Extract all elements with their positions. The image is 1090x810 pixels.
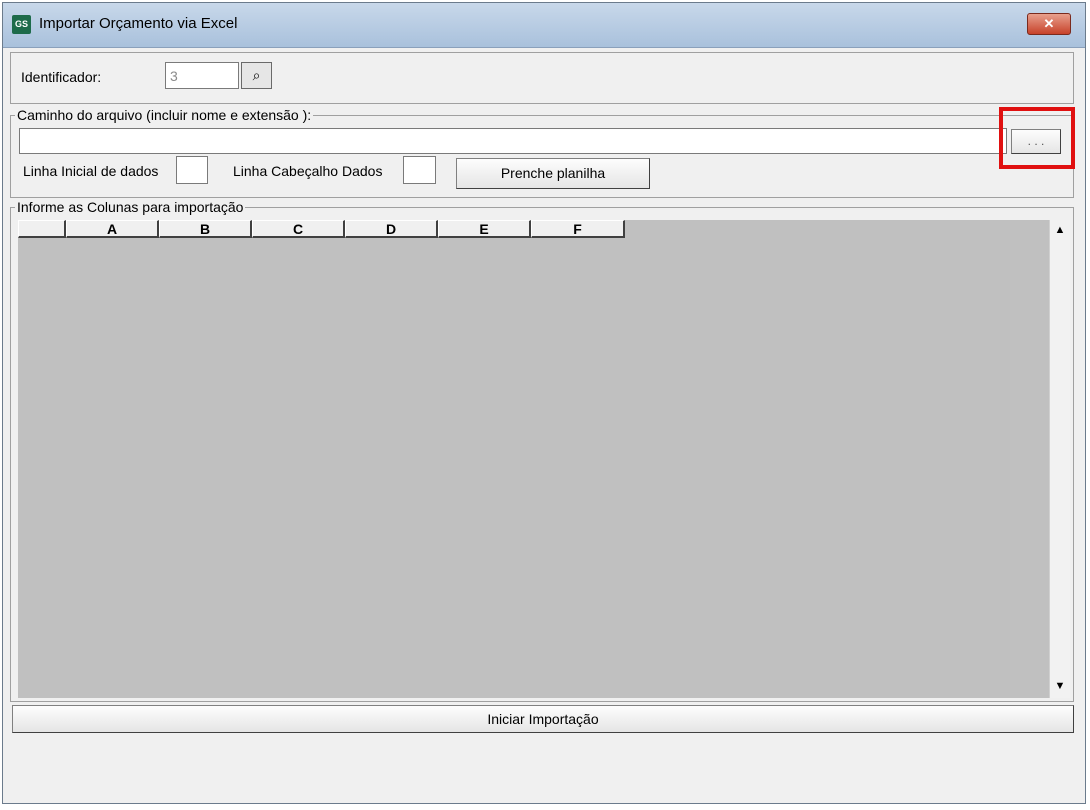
columns-grid[interactable]: A B C D E F <box>18 220 1050 698</box>
grid-column-header-f[interactable]: F <box>531 220 625 238</box>
close-button[interactable]: ✕ <box>1027 13 1071 35</box>
grid-vertical-scrollbar[interactable]: ▲ ▼ <box>1049 220 1070 698</box>
title-bar: GS Importar Orçamento via Excel ✕ <box>3 3 1085 48</box>
linha-inicial-label: Linha Inicial de dados <box>23 163 159 179</box>
grid-column-header-c[interactable]: C <box>252 220 345 238</box>
grid-corner-cell[interactable] <box>18 220 66 238</box>
grid-column-header-d[interactable]: D <box>345 220 438 238</box>
linha-cabecalho-input[interactable] <box>403 156 436 184</box>
import-dialog-window: GS Importar Orçamento via Excel ✕ Identi… <box>2 2 1086 804</box>
identificador-label: Identificador: <box>21 69 102 85</box>
binoculars-icon[interactable]: ⌕ <box>241 62 272 89</box>
grid-column-header-e[interactable]: E <box>438 220 531 238</box>
file-path-input[interactable] <box>19 128 1007 154</box>
file-path-legend: Caminho do arquivo (incluir nome e exten… <box>17 107 312 123</box>
window-title: Importar Orçamento via Excel <box>39 15 238 32</box>
browse-highlight-box <box>999 107 1075 169</box>
grid-column-header-b[interactable]: B <box>159 220 252 238</box>
linha-cabecalho-label: Linha Cabeçalho Dados <box>233 163 383 179</box>
dialog-body: Identificador: ⌕ Caminho do arquivo (inc… <box>8 50 1078 802</box>
columns-legend: Informe as Colunas para importação <box>17 199 244 215</box>
scroll-up-icon[interactable]: ▲ <box>1050 220 1070 240</box>
preenche-planilha-button[interactable]: Prenche planilha <box>456 158 650 189</box>
identificador-input[interactable] <box>165 62 239 89</box>
grid-column-header-a[interactable]: A <box>66 220 159 238</box>
app-icon: GS <box>12 15 31 34</box>
iniciar-importacao-button[interactable]: Iniciar Importação <box>12 705 1074 733</box>
scroll-down-icon[interactable]: ▼ <box>1050 676 1070 696</box>
identificador-panel: Identificador: ⌕ <box>10 52 1074 104</box>
grid-header-row: A B C D E F <box>18 220 625 238</box>
linha-inicial-input[interactable] <box>176 156 208 184</box>
